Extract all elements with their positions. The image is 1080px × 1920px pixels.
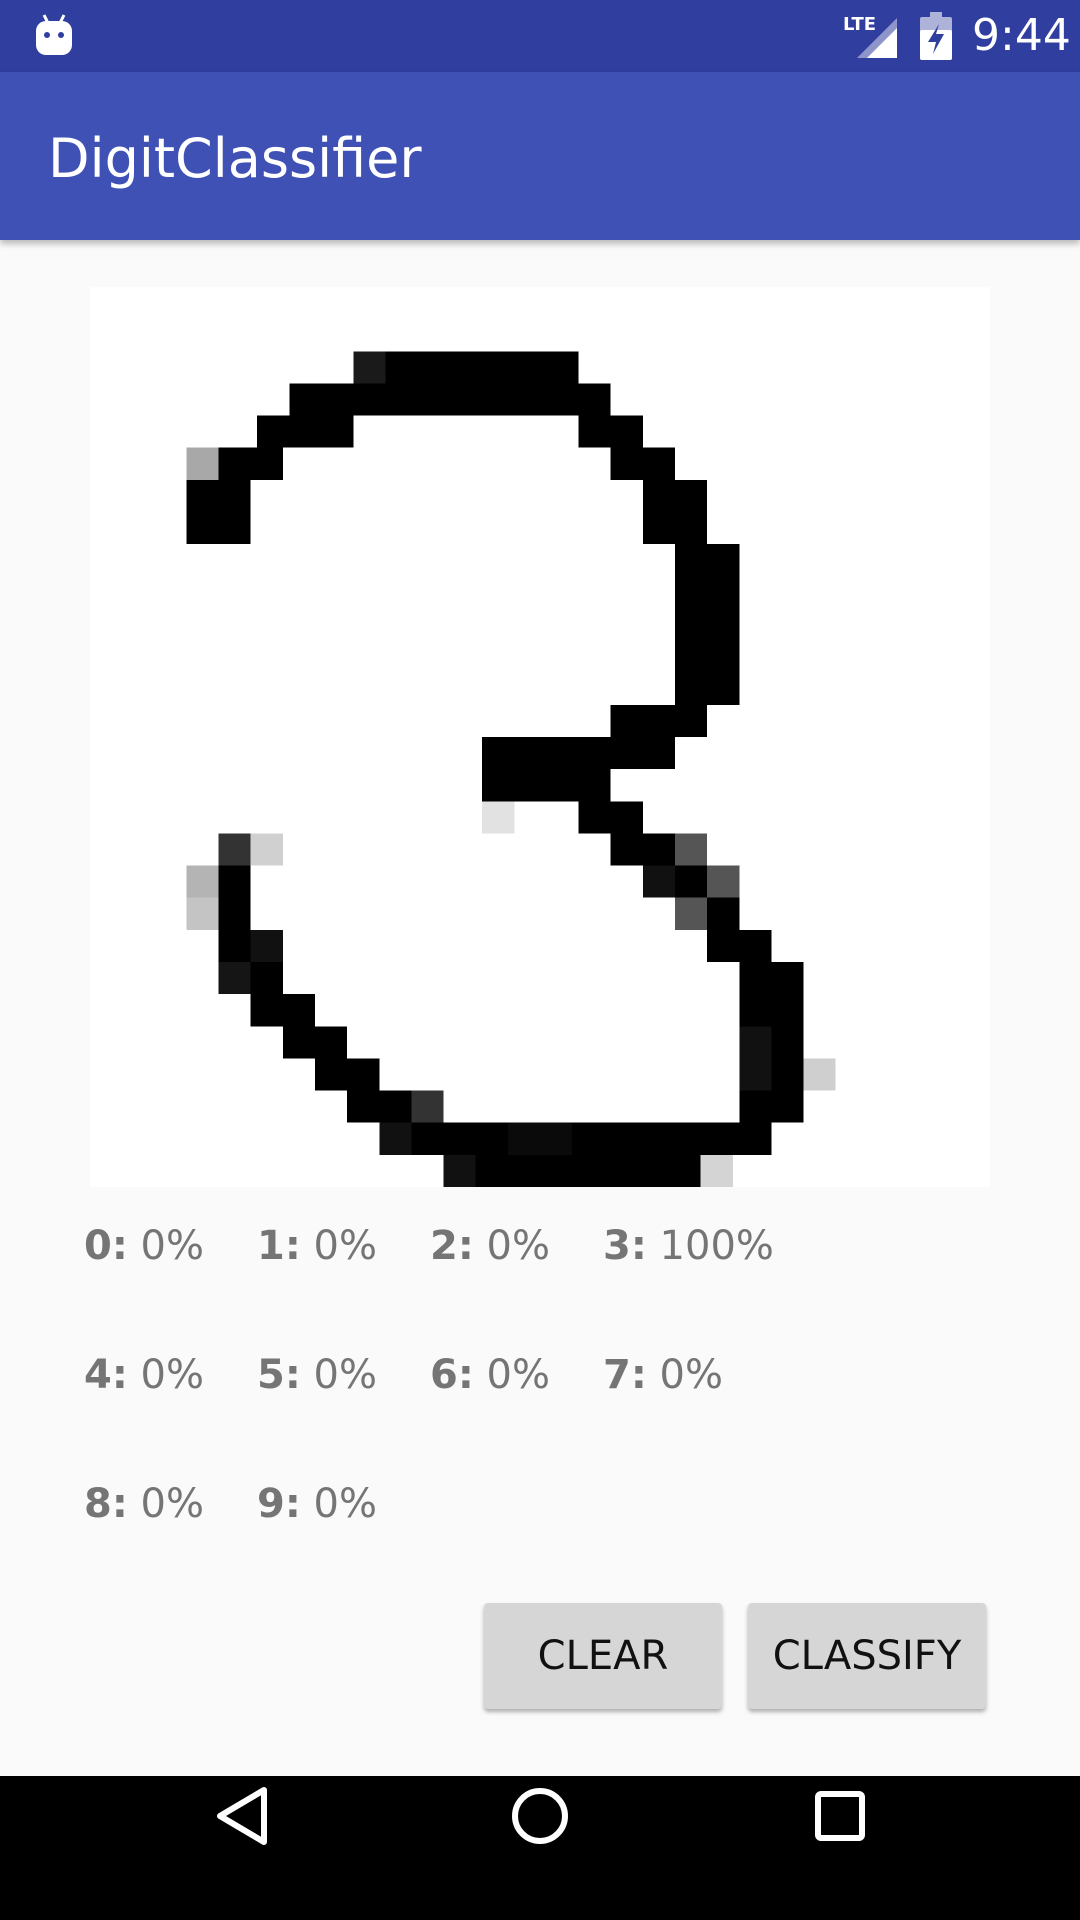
result-probability: 0% xyxy=(140,1481,205,1527)
result-digit-8: 8: 0% xyxy=(84,1478,204,1530)
result-digit-6: 6: 0% xyxy=(430,1349,550,1401)
result-digit-label: 2: xyxy=(430,1223,474,1269)
result-probability: 100% xyxy=(659,1223,774,1269)
status-bar: LTE 9:44 xyxy=(0,0,1080,72)
status-clock: 9:44 xyxy=(972,10,1071,61)
classification-results: 0: 0% 1: 0% 2: 0% 3: 100% 4: 0% 5: 0% 6:… xyxy=(84,1220,984,1620)
clear-button[interactable]: CLEAR xyxy=(484,1603,722,1709)
result-digit-7: 7: 0% xyxy=(603,1349,723,1401)
result-digit-5: 5: 0% xyxy=(257,1349,377,1401)
lte-label: LTE xyxy=(843,14,876,35)
result-digit-0: 0: 0% xyxy=(84,1220,204,1272)
result-digit-label: 7: xyxy=(603,1352,647,1398)
result-digit-label: 1: xyxy=(257,1223,301,1269)
home-icon[interactable] xyxy=(510,1786,570,1846)
digit-drawing xyxy=(186,351,836,1187)
result-probability: 0% xyxy=(140,1223,205,1269)
result-digit-4: 4: 0% xyxy=(84,1349,204,1401)
android-debug-icon xyxy=(36,14,72,55)
result-digit-label: 0: xyxy=(84,1223,128,1269)
result-probability: 0% xyxy=(486,1352,551,1398)
result-probability: 0% xyxy=(313,1223,378,1269)
result-probability: 0% xyxy=(313,1352,378,1398)
result-digit-label: 6: xyxy=(430,1352,474,1398)
result-digit-label: 3: xyxy=(603,1223,647,1269)
result-digit-1: 1: 0% xyxy=(257,1220,377,1272)
app-bar: DigitClassifier xyxy=(0,72,1080,240)
result-digit-label: 9: xyxy=(257,1481,301,1527)
result-digit-label: 8: xyxy=(84,1481,128,1527)
result-digit-2: 2: 0% xyxy=(430,1220,550,1272)
lte-signal-icon: LTE xyxy=(843,14,897,58)
result-digit-9: 9: 0% xyxy=(257,1478,377,1530)
result-digit-label: 5: xyxy=(257,1352,301,1398)
app-title: DigitClassifier xyxy=(48,127,422,190)
drawing-canvas[interactable] xyxy=(90,287,990,1187)
battery-charging-icon xyxy=(920,12,952,60)
navigation-bar xyxy=(0,1776,1080,1920)
result-probability: 0% xyxy=(313,1481,378,1527)
result-digit-label: 4: xyxy=(84,1352,128,1398)
back-icon[interactable] xyxy=(214,1786,270,1846)
result-digit-3: 3: 100% xyxy=(603,1220,774,1272)
result-probability: 0% xyxy=(140,1352,205,1398)
classify-button[interactable]: CLASSIFY xyxy=(748,1603,986,1709)
recents-icon[interactable] xyxy=(814,1790,866,1842)
result-probability: 0% xyxy=(659,1352,724,1398)
result-probability: 0% xyxy=(486,1223,551,1269)
